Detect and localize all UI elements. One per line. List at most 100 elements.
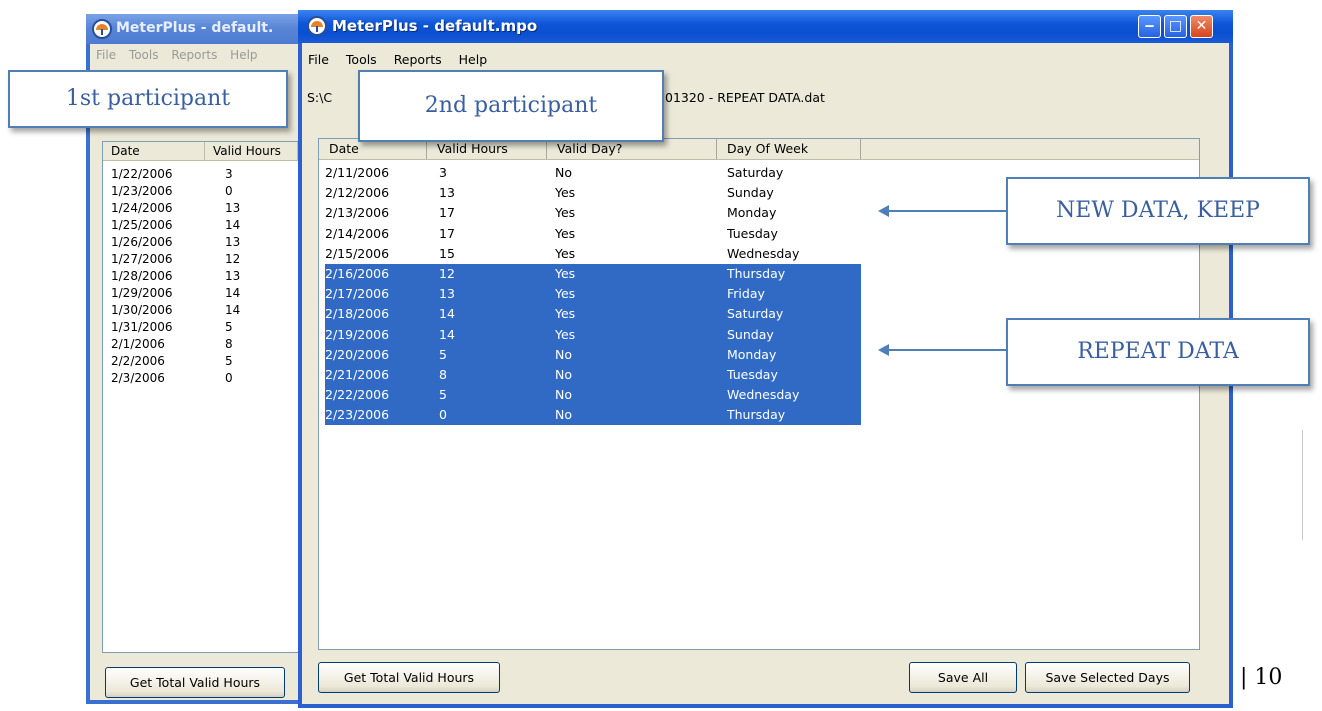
minimize-icon[interactable]: ‒ xyxy=(1138,15,1161,38)
table-row[interactable]: 2/14/2006 17 Yes Tuesday xyxy=(325,224,861,244)
maximize-icon[interactable]: □ xyxy=(1164,15,1187,38)
page-number: | 10 xyxy=(1240,665,1283,690)
title-bar[interactable]: MeterPlus - default.mpo ‒ □ ✕ xyxy=(298,10,1233,43)
file-path-left: S:\C xyxy=(307,90,333,105)
cell-valid-hours: 3 xyxy=(439,165,447,180)
list-item[interactable]: 1/24/2006 13 xyxy=(111,200,291,217)
data-list-participant-1[interactable]: Date Valid Hours 1/22/2006 3 1/23/2006 0 1/2… xyxy=(102,141,299,653)
table-row-selected[interactable]: 2/21/2006 8 No Tuesday xyxy=(325,364,861,386)
list-item[interactable]: 1/30/2006 14 xyxy=(111,302,291,319)
callout-new-data-keep: NEW DATA, KEEP xyxy=(1006,177,1310,245)
table-row-selected[interactable]: 2/17/2006 13 Yes Friday xyxy=(325,284,861,305)
cell-valid-hours: 0 xyxy=(225,184,233,198)
cell-valid-day: Yes xyxy=(555,306,576,322)
list-item[interactable]: 2/2/2006 5 xyxy=(111,353,291,370)
save-all-button[interactable]: Save All xyxy=(909,662,1017,693)
cell-valid-hours: 13 xyxy=(225,235,241,249)
arrow-to-new-data xyxy=(878,205,1006,217)
callout-repeat-data: REPEAT DATA xyxy=(1006,318,1310,386)
cell-date: 1/31/2006 xyxy=(111,320,173,334)
table-row[interactable]: 2/15/2006 15 Yes Wednesday xyxy=(325,244,861,264)
list-item[interactable]: 1/22/2006 3 xyxy=(111,166,291,183)
cell-day-of-week: Monday xyxy=(727,346,777,362)
list-item[interactable]: 1/28/2006 13 xyxy=(111,268,291,285)
table-row-selected[interactable]: 2/16/2006 12 Yes Thursday xyxy=(325,263,861,285)
cell-valid-day: Yes xyxy=(555,265,576,281)
callout-2nd-participant: 2nd participant xyxy=(358,70,664,142)
cell-valid-hours: 3 xyxy=(225,167,233,181)
cell-valid-hours: 17 xyxy=(439,205,455,221)
cell-date: 2/13/2006 xyxy=(325,205,390,221)
table-row[interactable]: 2/12/2006 13 Yes Sunday xyxy=(325,183,861,203)
cell-valid-hours: 15 xyxy=(439,245,455,261)
cell-valid-day: Yes xyxy=(555,326,576,342)
cell-day-of-week: Tuesday xyxy=(727,366,778,382)
cell-date: 2/19/2006 xyxy=(325,326,390,342)
table-row[interactable]: 2/13/2006 17 Yes Monday xyxy=(325,203,861,223)
cell-valid-hours: 14 xyxy=(439,326,455,342)
list-rows: 2/11/2006 3 No Saturday 2/12/2006 13 Yes Sunday… xyxy=(325,163,861,426)
cell-valid-hours: 8 xyxy=(439,366,447,382)
table-row-selected[interactable]: 2/22/2006 5 No Wednesday xyxy=(325,385,861,406)
cell-day-of-week: Friday xyxy=(727,286,765,302)
get-total-valid-hours-button[interactable]: Get Total Valid Hours xyxy=(105,667,285,698)
cell-date: 1/26/2006 xyxy=(111,235,173,249)
cell-date: 1/27/2006 xyxy=(111,252,173,266)
cell-valid-day: Yes xyxy=(555,225,576,241)
cell-date: 2/3/2006 xyxy=(111,371,165,385)
menu-file[interactable]: File xyxy=(96,48,116,62)
column-header-date[interactable]: Date xyxy=(319,139,427,159)
list-item[interactable]: 1/29/2006 14 xyxy=(111,285,291,302)
arrow-to-repeat-data xyxy=(878,344,1006,356)
cell-date: 2/17/2006 xyxy=(325,286,390,302)
meterplus-app-icon xyxy=(307,16,327,36)
cell-day-of-week: Monday xyxy=(727,205,777,221)
cell-day-of-week: Saturday xyxy=(727,165,784,180)
table-row-selected[interactable]: 2/20/2006 5 No Monday xyxy=(325,344,861,365)
cell-day-of-week: Sunday xyxy=(727,326,774,342)
cell-valid-hours: 14 xyxy=(225,303,241,317)
cell-valid-hours: 12 xyxy=(439,265,455,281)
table-row[interactable]: 2/11/2006 3 No Saturday xyxy=(325,163,861,183)
menu-help[interactable]: Help xyxy=(230,48,257,62)
close-icon[interactable]: ✕ xyxy=(1190,15,1213,38)
cell-date: 2/12/2006 xyxy=(325,185,390,201)
menu-help[interactable]: Help xyxy=(459,52,488,67)
get-total-valid-hours-button[interactable]: Get Total Valid Hours xyxy=(318,662,500,693)
cell-valid-day: No xyxy=(555,366,572,382)
list-item[interactable]: 1/31/2006 5 xyxy=(111,319,291,336)
menu-reports[interactable]: Reports xyxy=(171,48,217,62)
column-header-valid-hours[interactable]: Valid Hours xyxy=(205,142,298,160)
table-row-selected[interactable]: 2/23/2006 0 No Thursday xyxy=(325,405,861,426)
menu-tools[interactable]: Tools xyxy=(129,48,159,62)
list-header: Date Valid Hours Valid Day? Day Of Week xyxy=(319,139,1199,160)
table-row-selected[interactable]: 2/18/2006 14 Yes Saturday xyxy=(325,304,861,325)
list-item[interactable]: 2/3/2006 0 xyxy=(111,370,291,387)
column-header-valid-hours[interactable]: Valid Hours xyxy=(427,139,547,159)
cell-valid-hours: 13 xyxy=(439,185,455,201)
list-item[interactable]: 1/26/2006 13 xyxy=(111,234,291,251)
menu-file[interactable]: File xyxy=(308,52,329,67)
cell-date: 2/22/2006 xyxy=(325,387,390,403)
cell-day-of-week: Thursday xyxy=(727,407,786,423)
cell-date: 2/11/2006 xyxy=(325,165,390,180)
list-item[interactable]: 1/25/2006 14 xyxy=(111,217,291,234)
table-row-selected[interactable]: 2/19/2006 14 Yes Sunday xyxy=(325,324,861,345)
column-header-valid-day[interactable]: Valid Day? xyxy=(547,139,717,159)
column-header-day-of-week[interactable]: Day Of Week xyxy=(717,139,861,159)
cell-date: 1/22/2006 xyxy=(111,167,173,181)
cell-valid-day: Yes xyxy=(555,205,576,221)
cell-day-of-week: Saturday xyxy=(727,306,784,322)
menu-tools[interactable]: Tools xyxy=(346,52,377,67)
cell-valid-day: Yes xyxy=(555,286,576,302)
title-bar[interactable]: MeterPlus - default. xyxy=(86,14,304,44)
column-header-date[interactable]: Date xyxy=(103,142,205,160)
list-item[interactable]: 2/1/2006 8 xyxy=(111,336,291,353)
list-item[interactable]: 1/23/2006 0 xyxy=(111,183,291,200)
save-selected-days-button[interactable]: Save Selected Days xyxy=(1025,662,1190,693)
cell-valid-hours: 5 xyxy=(439,346,447,362)
cell-valid-hours: 5 xyxy=(225,354,233,368)
list-item[interactable]: 1/27/2006 12 xyxy=(111,251,291,268)
menu-reports[interactable]: Reports xyxy=(394,52,442,67)
cell-valid-hours: 14 xyxy=(225,218,241,232)
